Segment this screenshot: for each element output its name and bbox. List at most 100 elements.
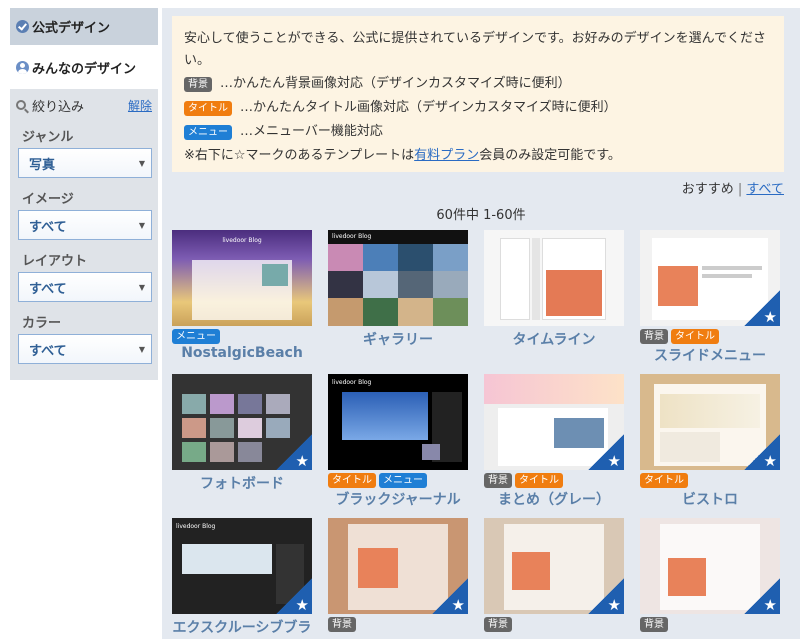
template-thumbnail[interactable] — [640, 230, 780, 326]
tab-community-design[interactable]: みんなのデザイン — [10, 45, 158, 89]
template-card[interactable]: 背景 — [640, 518, 780, 633]
filter-header: 絞り込み 解除 — [10, 94, 158, 116]
layout-select[interactable]: すべて ▼ — [18, 272, 152, 302]
premium-star-icon — [744, 578, 780, 614]
result-count: 60件中 1-60件 — [436, 208, 526, 223]
template-thumbnail[interactable] — [484, 518, 624, 614]
tag-background: 背景 — [184, 76, 212, 92]
color-value: すべて — [29, 343, 67, 359]
template-name[interactable]: スライドメニュー — [640, 345, 780, 365]
premium-star-icon — [744, 434, 780, 470]
legend-title-text: …かんたんタイトル画像対応（デザインカスタマイズ時に便利） — [240, 100, 617, 115]
tag-title: タイトル — [640, 473, 688, 488]
template-thumbnail[interactable]: livedoor Blog — [172, 518, 312, 614]
tag-menu: メニュー — [184, 124, 232, 140]
note-suffix: 会員のみ設定可能です。 — [479, 148, 621, 163]
tag-background: 背景 — [640, 329, 668, 344]
premium-star-icon — [432, 578, 468, 614]
template-thumbnail[interactable] — [640, 374, 780, 470]
legend-menu: メニュー …メニューバー機能対応 — [184, 120, 774, 144]
thumb-blog-title: livedoor Blog — [176, 523, 216, 530]
legend-title: タイトル …かんたんタイトル画像対応（デザインカスタマイズ時に便利） — [184, 96, 774, 120]
main-content: 安心して使うことができる、公式に提供されているデザインです。お好みのデザインを選… — [162, 8, 800, 639]
tag-background: 背景 — [328, 617, 356, 632]
tab-official-label: 公式デザイン — [32, 21, 111, 36]
layout-value: すべて — [29, 281, 67, 297]
chevron-down-icon: ▼ — [138, 282, 145, 292]
template-card[interactable]: livedoor Blog メニュー NostalgicBeach — [172, 230, 312, 365]
premium-star-icon — [588, 578, 624, 614]
tab-official-design[interactable]: 公式デザイン — [10, 8, 158, 45]
template-name[interactable]: ビストロ — [640, 489, 780, 509]
card-tags: メニュー — [172, 329, 312, 345]
template-card[interactable]: 背景 — [328, 518, 468, 633]
legend-background: 背景 …かんたん背景画像対応（デザインカスタマイズ時に便利） — [184, 72, 774, 96]
template-thumbnail[interactable] — [328, 518, 468, 614]
filter-label: 絞り込み — [32, 99, 85, 115]
template-thumbnail[interactable] — [484, 374, 624, 470]
premium-star-icon — [276, 578, 312, 614]
card-tags: タイトル — [640, 473, 780, 489]
template-card[interactable]: livedoor Blog エクスクルーシブブラ — [172, 518, 312, 637]
template-name[interactable]: ギャラリー — [328, 329, 468, 349]
sidebar: 公式デザイン みんなのデザイン 絞り込み 解除 ジャンル 写真 ▼ イメージ す… — [10, 8, 158, 380]
image-select[interactable]: すべて ▼ — [18, 210, 152, 240]
card-tags: 背景 — [484, 617, 624, 633]
template-thumbnail[interactable] — [172, 374, 312, 470]
template-card[interactable]: 背景 タイトル スライドメニュー — [640, 230, 780, 365]
template-card[interactable]: livedoor Blog ギャラリー — [328, 230, 468, 349]
template-name[interactable]: まとめ（グレー） — [484, 489, 624, 509]
template-thumbnail[interactable]: livedoor Blog — [328, 230, 468, 326]
template-card[interactable]: タイムライン — [484, 230, 624, 349]
tag-title: タイトル — [671, 329, 719, 344]
genre-value: 写真 — [29, 157, 56, 173]
sort-separator: | — [737, 182, 743, 197]
template-name[interactable]: NostalgicBeach — [172, 345, 312, 365]
thumb-blog-title: livedoor Blog — [332, 233, 372, 240]
notice-intro: 安心して使うことができる、公式に提供されているデザインです。お好みのデザインを選… — [184, 31, 767, 68]
sort-all-link[interactable]: すべて — [746, 182, 784, 197]
tag-title: タイトル — [184, 100, 232, 116]
genre-label: ジャンル — [22, 130, 74, 145]
premium-star-icon — [276, 434, 312, 470]
notice-note: ※右下に☆マークのあるテンプレートは有料プラン会員のみ設定可能です。 — [184, 144, 774, 168]
genre-select[interactable]: 写真 ▼ — [18, 148, 152, 178]
card-tags: 背景 タイトル — [640, 329, 780, 345]
card-tags: 背景 — [328, 617, 468, 633]
premium-star-icon — [588, 434, 624, 470]
template-card[interactable]: フォトボード — [172, 374, 312, 493]
legend-background-text: …かんたん背景画像対応（デザインカスタマイズ時に便利） — [220, 76, 571, 91]
tab-community-label: みんなのデザイン — [32, 61, 137, 77]
sort-options: おすすめ | すべて — [682, 178, 784, 197]
legend-menu-text: …メニューバー機能対応 — [240, 124, 383, 139]
tag-title: タイトル — [328, 473, 376, 488]
thumb-blog-title: livedoor Blog — [332, 379, 372, 386]
card-tags: タイトル メニュー — [328, 473, 468, 489]
paid-plan-link[interactable]: 有料プラン — [414, 148, 479, 163]
tag-background: 背景 — [484, 617, 512, 632]
color-select[interactable]: すべて ▼ — [18, 334, 152, 364]
template-name[interactable]: フォトボード — [172, 473, 312, 493]
template-card[interactable]: livedoor Blog タイトル メニュー ブラックジャーナル — [328, 374, 468, 509]
user-icon — [16, 60, 29, 74]
tag-menu: メニュー — [172, 329, 220, 344]
check-icon — [16, 20, 29, 33]
template-card[interactable]: タイトル ビストロ — [640, 374, 780, 509]
template-card[interactable]: 背景 タイトル まとめ（グレー） — [484, 374, 624, 509]
layout-label: レイアウト — [22, 254, 88, 269]
template-thumbnail[interactable] — [640, 518, 780, 614]
template-thumbnail[interactable]: livedoor Blog — [172, 230, 312, 326]
reset-link[interactable]: 解除 — [128, 97, 152, 114]
template-thumbnail[interactable]: livedoor Blog — [328, 374, 468, 470]
template-name[interactable]: ブラックジャーナル — [328, 489, 468, 509]
template-card[interactable]: 背景 — [484, 518, 624, 633]
tag-title: タイトル — [515, 473, 563, 488]
template-name[interactable]: タイムライン — [484, 329, 624, 349]
chevron-down-icon: ▼ — [138, 220, 145, 230]
tag-background: 背景 — [640, 617, 668, 632]
card-tags: 背景 タイトル — [484, 473, 624, 489]
template-name[interactable]: エクスクルーシブブラ — [172, 617, 312, 637]
note-prefix: ※右下に☆マークのあるテンプレートは — [184, 148, 415, 163]
sort-recommended[interactable]: おすすめ — [682, 182, 734, 197]
template-thumbnail[interactable] — [484, 230, 624, 326]
